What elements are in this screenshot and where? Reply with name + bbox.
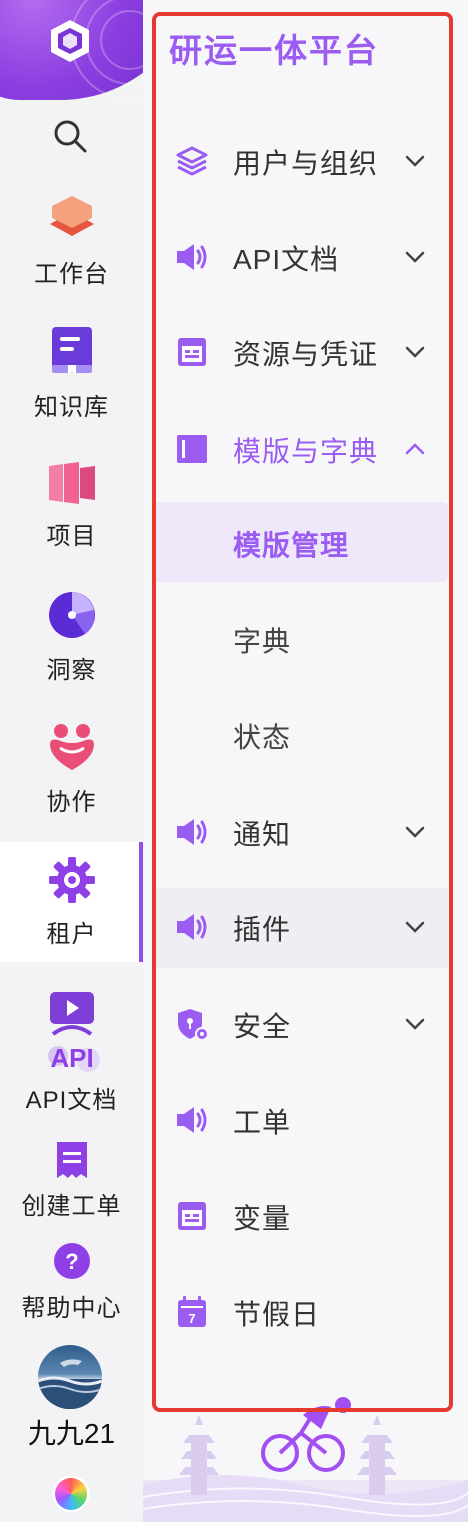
rail-label: 洞察 (46, 657, 97, 684)
rail-label: 创建工单 (21, 1193, 122, 1220)
calendar-icon: 7 (178, 1296, 206, 1327)
menu-item-tickets[interactable]: 工单 (153, 1081, 448, 1161)
menu-label: 状态 (233, 722, 292, 753)
speaker-icon (177, 244, 207, 270)
menu-label: API文档 (233, 244, 340, 275)
submenu-item-status[interactable]: 状态 (153, 694, 448, 774)
rail-item-help[interactable]: ? 帮助中心 (0, 1242, 143, 1323)
rail-label: 帮助中心 (21, 1295, 122, 1322)
rail-item-knowledge[interactable]: 知识库 (0, 325, 143, 422)
left-rail: 工作台 知识库 项目 洞察 协作 租户 API API文档 创建工单 ? 帮助中… (0, 0, 143, 1522)
app-logo-icon[interactable] (47, 18, 93, 64)
menu-item-templates-dictionary[interactable]: 模版与字典 (153, 410, 448, 490)
speaker-icon (177, 1107, 207, 1133)
rail-item-project[interactable]: 项目 (0, 460, 143, 551)
footer-illustration (143, 1397, 468, 1522)
gear-icon (48, 857, 95, 903)
chevron-down-icon (405, 251, 425, 263)
chevron-down-icon (405, 346, 425, 358)
chevron-up-icon (405, 443, 425, 455)
menu-label: 模版管理 (233, 530, 350, 561)
menu-item-variables[interactable]: 变量 (153, 1177, 448, 1257)
menu-panel: 研运一体平台 用户与组织 API文档 资源与凭证 模版与字典 模版管理 字典 状… (143, 0, 468, 1522)
speaker-icon (177, 819, 207, 845)
menu-label: 模版与字典 (233, 436, 379, 467)
menu-label: 安全 (233, 1011, 292, 1042)
rail-label: 协作 (46, 789, 97, 816)
username: 九九21 (27, 1418, 116, 1449)
theme-switch-icon[interactable] (52, 1475, 90, 1513)
rail-label: 工作台 (34, 261, 109, 288)
rail-label: API文档 (25, 1087, 118, 1114)
menu-label: 通知 (233, 819, 292, 850)
menu-item-notifications[interactable]: 通知 (153, 793, 448, 873)
ticket-icon (56, 1142, 87, 1178)
template-icon (177, 435, 207, 463)
window-icon (178, 338, 206, 366)
api-doc-icon (49, 992, 94, 1036)
window-icon (178, 1202, 206, 1230)
platform-title: 研运一体平台 (169, 32, 379, 69)
workbench-icon (49, 196, 94, 236)
rail-item-collaboration[interactable]: 协作 (0, 722, 143, 817)
submenu-item-template-management[interactable]: 模版管理 (153, 502, 448, 582)
menu-item-api-doc[interactable]: API文档 (153, 218, 448, 298)
menu-label: 资源与凭证 (233, 339, 379, 370)
calendar-day: 7 (188, 1311, 195, 1326)
menu-label: 变量 (233, 1203, 292, 1234)
rail-item-create-ticket[interactable]: 创建工单 (0, 1140, 143, 1221)
rail-item-insight[interactable]: 洞察 (0, 590, 143, 685)
menu-label: 用户与组织 (233, 148, 379, 179)
rail-label: 知识库 (34, 394, 109, 421)
layers-icon (176, 146, 208, 176)
speaker-icon (177, 914, 207, 940)
api-badge-icon: API (47, 1043, 100, 1073)
help-icon: ? (53, 1243, 90, 1279)
rail-label: 租户 (46, 921, 97, 948)
knowledge-book-icon (51, 327, 92, 375)
chevron-down-icon (405, 826, 425, 838)
shield-gear-icon (178, 1009, 209, 1041)
menu-label: 字典 (233, 626, 292, 657)
avatar-image (38, 1359, 102, 1409)
menu-item-plugins[interactable]: 插件 (153, 888, 448, 968)
menu-item-security[interactable]: 安全 (153, 985, 448, 1065)
menu-label: 工单 (233, 1107, 292, 1138)
submenu-item-dictionary[interactable]: 字典 (153, 598, 448, 678)
rail-item-workbench[interactable]: 工作台 (0, 192, 143, 289)
collaboration-icon (49, 724, 94, 770)
pie-chart-icon (48, 592, 95, 638)
project-icon (48, 462, 95, 504)
chevron-down-icon (405, 1018, 425, 1030)
chevron-down-icon (405, 155, 425, 167)
menu-label: 插件 (233, 914, 292, 945)
avatar[interactable] (38, 1345, 102, 1409)
svg-text:?: ? (65, 1249, 78, 1274)
menu-item-users-org[interactable]: 用户与组织 (153, 122, 448, 202)
rail-label: 项目 (46, 523, 97, 550)
search-icon[interactable] (52, 118, 88, 154)
menu-item-resources[interactable]: 资源与凭证 (153, 313, 448, 393)
rail-item-api-doc[interactable]: API API文档 (0, 990, 143, 1115)
api-badge-text: API (50, 1043, 93, 1073)
chevron-down-icon (405, 921, 425, 933)
menu-label: 节假日 (233, 1299, 321, 1330)
rail-item-tenant[interactable]: 租户 (0, 842, 143, 962)
menu-item-holidays[interactable]: 7 节假日 (153, 1273, 448, 1353)
